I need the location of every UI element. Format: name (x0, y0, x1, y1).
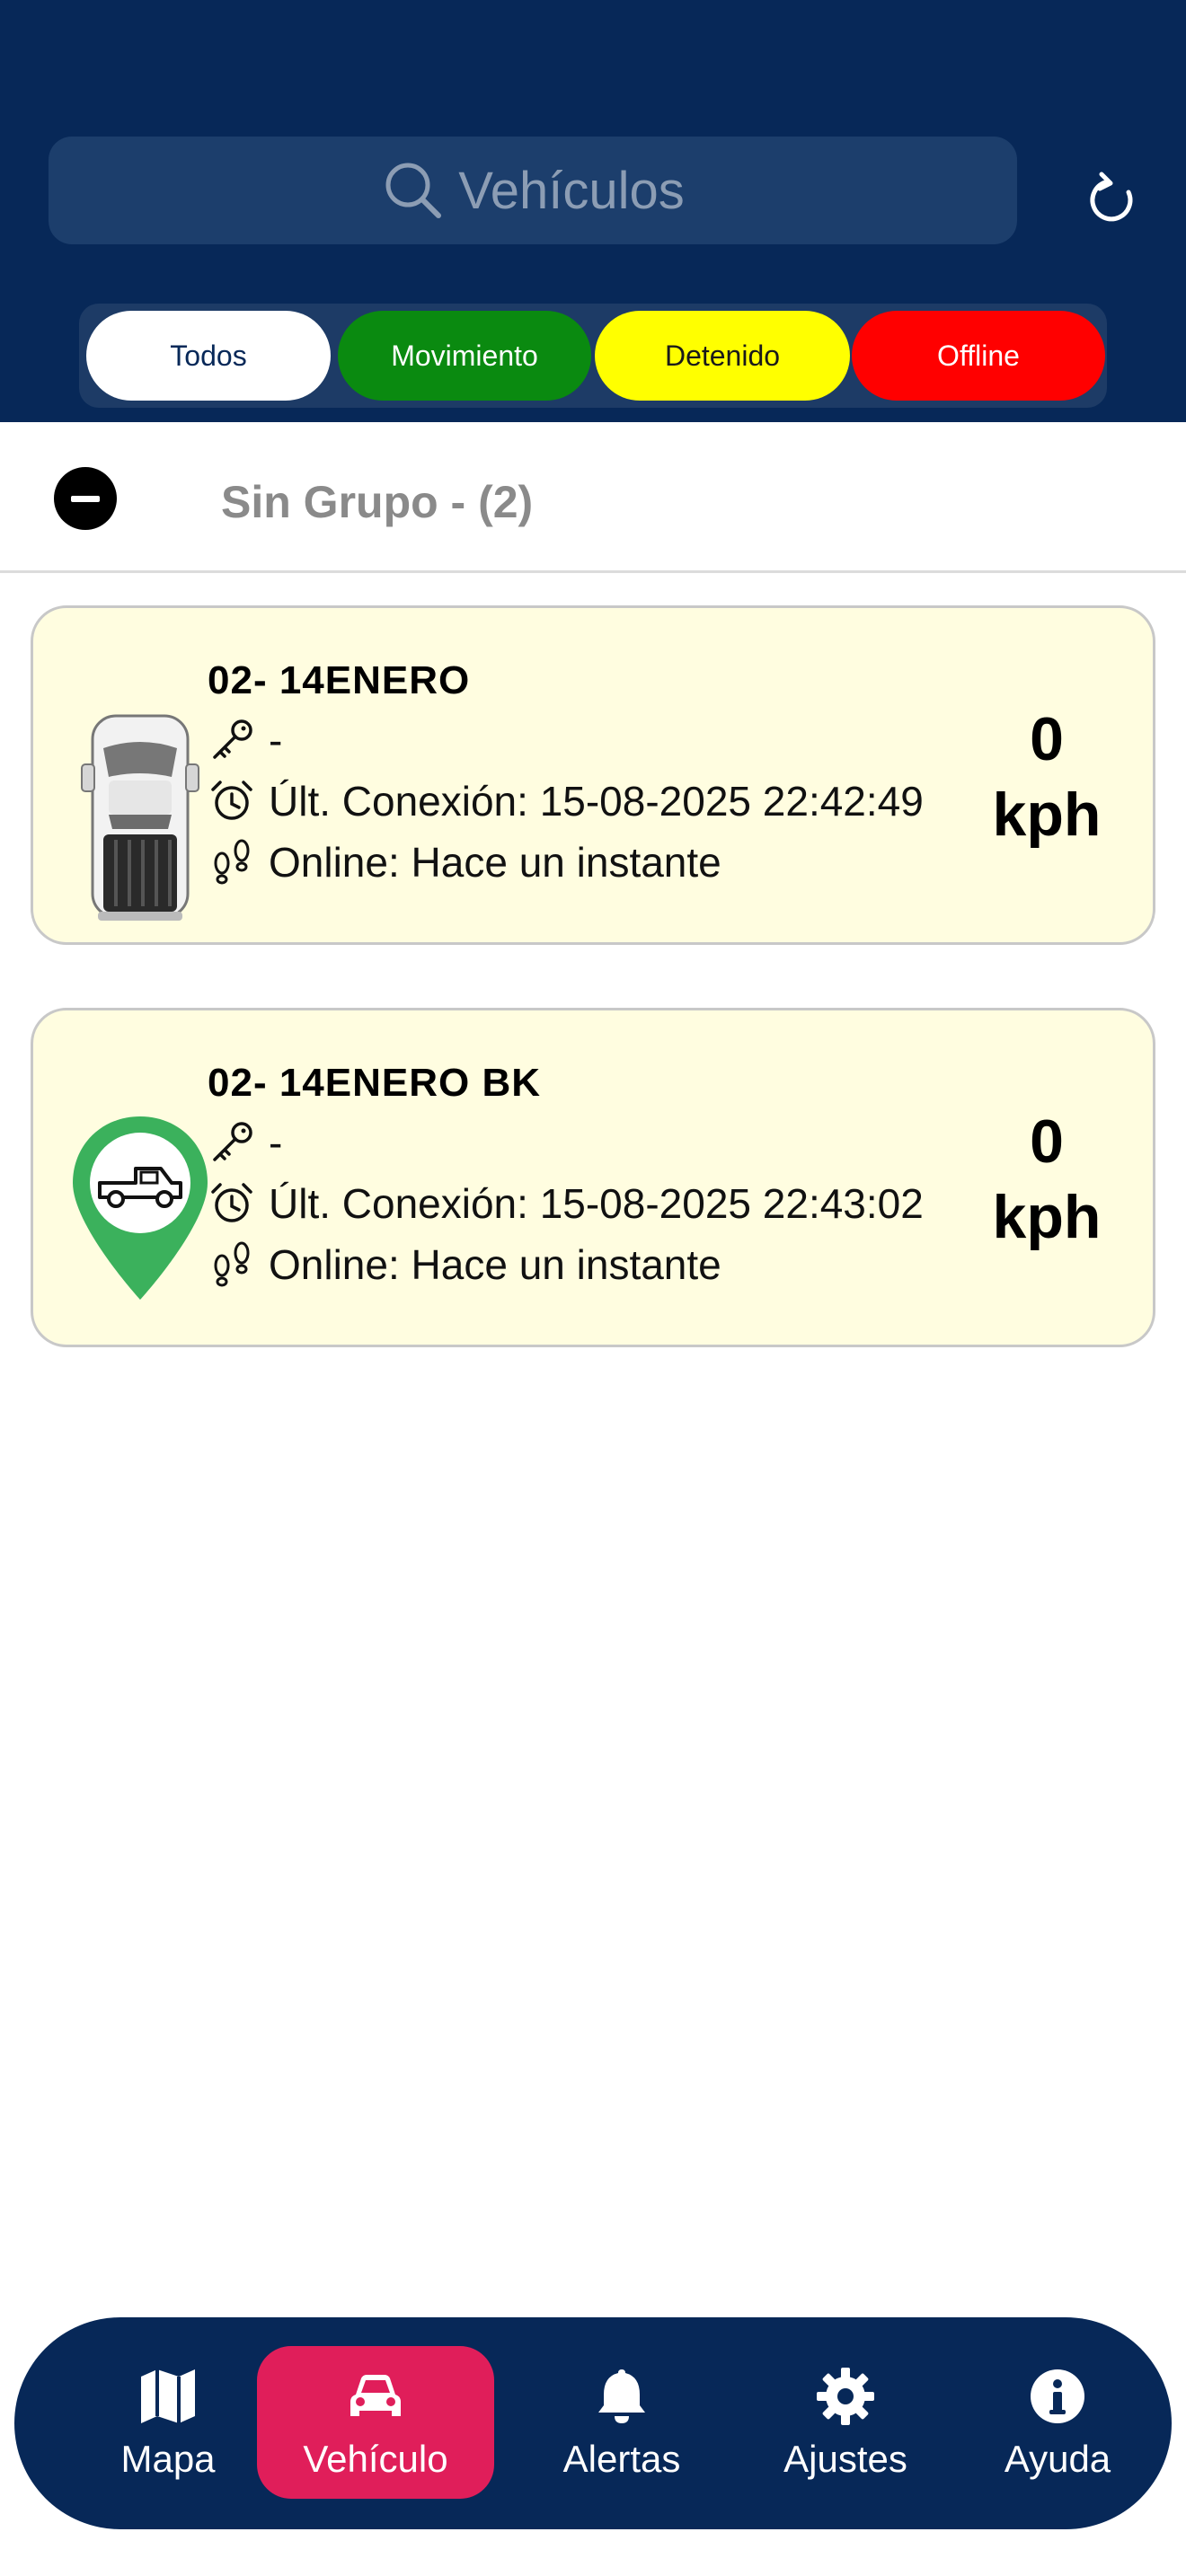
app-header: Vehículos Todos Movimiento Detenido Offl… (0, 0, 1186, 422)
nav-vehiculo[interactable]: Vehículo (257, 2346, 494, 2499)
nav-label: Vehículo (303, 2438, 448, 2480)
nav-label: Alertas (562, 2438, 681, 2480)
group-header[interactable]: Sin Grupo - (2) (0, 422, 1186, 573)
bell-icon (598, 2369, 645, 2423)
ignition-row: - (208, 1118, 282, 1167)
key-icon (213, 719, 252, 759)
collapse-minus-icon[interactable] (54, 467, 117, 530)
status-filter-bar: Todos Movimiento Detenido Offline (79, 304, 1107, 408)
online-status-text: Online: Hace un instante (269, 839, 721, 886)
pickup-truck-top-view-icon (81, 714, 199, 921)
vehicle-name: 02- 14ENERO (208, 658, 471, 702)
nav-label: Ayuda (1004, 2438, 1111, 2480)
footprints-icon (214, 839, 250, 885)
last-connection-row: Últ. Conexión: 15-08-2025 22:42:49 (208, 777, 924, 825)
speed-value: 0 (1030, 1107, 1064, 1176)
online-status-text: Online: Hace un instante (269, 1241, 721, 1288)
ignition-row: - (208, 716, 282, 764)
bottom-navigation: Mapa Vehículo Alertas Ajustes Ayuda (14, 2317, 1172, 2529)
ignition-value: - (269, 1119, 283, 1166)
vehicle-card[interactable]: 02- 14ENERO BK - Últ. Conexión: 15-08-20… (31, 1008, 1155, 1347)
alarm-clock-icon (211, 1183, 252, 1222)
search-icon (385, 163, 442, 218)
nav-label: Mapa (120, 2438, 216, 2480)
refresh-icon[interactable] (1084, 171, 1141, 228)
nav-mapa[interactable]: Mapa (83, 2346, 253, 2499)
filter-detenido[interactable]: Detenido (595, 311, 850, 401)
info-icon (1031, 2369, 1084, 2423)
speed-unit: kph (992, 1183, 1102, 1251)
alarm-clock-icon (211, 781, 252, 820)
car-icon (350, 2375, 401, 2416)
vehicle-name: 02- 14ENERO BK (208, 1061, 542, 1105)
ignition-value: - (269, 717, 283, 763)
map-icon (141, 2369, 195, 2423)
gear-icon (817, 2368, 874, 2425)
nav-ajustes[interactable]: Ajustes (751, 2346, 940, 2499)
speed-value: 0 (1030, 705, 1064, 773)
nav-ayuda[interactable]: Ayuda (972, 2346, 1143, 2499)
online-row: Online: Hace un instante (208, 1240, 721, 1289)
group-title: Sin Grupo - (2) (221, 477, 534, 527)
filter-movimiento[interactable]: Movimiento (338, 311, 591, 401)
nav-alertas[interactable]: Alertas (532, 2346, 712, 2499)
nav-label: Ajustes (783, 2438, 907, 2480)
search-input[interactable]: Vehículos (458, 161, 685, 221)
filter-todos[interactable]: Todos (86, 311, 331, 401)
key-icon (213, 1122, 252, 1161)
online-row: Online: Hace un instante (208, 838, 721, 887)
footprints-icon (214, 1241, 250, 1287)
speed-display: 0 kph (975, 1104, 1119, 1255)
last-connection-text: Últ. Conexión: 15-08-2025 22:42:49 (269, 778, 924, 825)
green-map-pin-truck-icon (73, 1116, 208, 1300)
vehicle-card[interactable]: 02- 14ENERO - Últ. Conexión: 15-08-2025 … (31, 605, 1155, 945)
filter-offline[interactable]: Offline (852, 311, 1105, 401)
speed-unit: kph (992, 781, 1102, 849)
speed-display: 0 kph (975, 701, 1119, 852)
last-connection-row: Últ. Conexión: 15-08-2025 22:43:02 (208, 1179, 924, 1228)
search-bar[interactable]: Vehículos (49, 137, 1017, 244)
last-connection-text: Últ. Conexión: 15-08-2025 22:43:02 (269, 1180, 924, 1227)
